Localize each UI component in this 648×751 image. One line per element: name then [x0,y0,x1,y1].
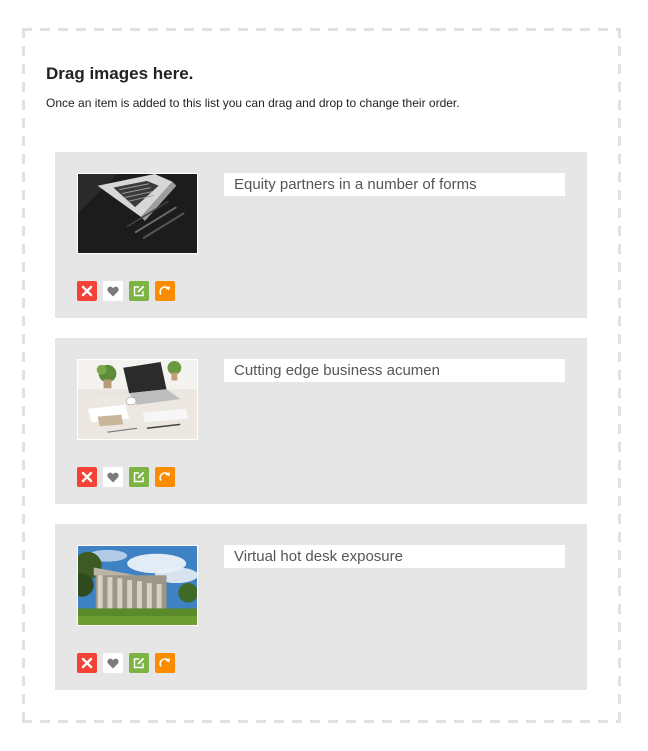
heart-icon [107,286,119,296]
building-columns-photo-icon[interactable] [77,545,198,626]
close-icon [81,657,93,669]
item-actions [77,653,175,673]
rotate-icon [159,658,170,667]
drop-zone-description: Once an item is added to this list you c… [46,96,460,110]
favorite-button[interactable] [103,467,123,487]
caption-input[interactable] [224,545,565,568]
image-list-item[interactable] [55,152,587,318]
edit-icon [133,471,145,483]
edit-button[interactable] [129,653,149,673]
close-icon [81,471,93,483]
laptop-photo-icon[interactable] [77,173,198,254]
rotate-button[interactable] [155,281,175,301]
edit-icon [133,657,145,669]
item-actions [77,281,175,301]
image-drop-zone[interactable]: Drag images here. Once an item is added … [22,28,621,723]
rotate-button[interactable] [155,653,175,673]
desk-workspace-photo-icon[interactable] [77,359,198,440]
favorite-button[interactable] [103,281,123,301]
heart-icon [107,658,119,668]
image-list-item[interactable] [55,524,587,690]
rotate-icon [159,472,170,481]
edit-icon [133,285,145,297]
caption-input[interactable] [224,359,565,382]
caption-input[interactable] [224,173,565,196]
heart-icon [107,472,119,482]
rotate-button[interactable] [155,467,175,487]
item-actions [77,467,175,487]
drop-zone-title: Drag images here. [46,64,194,83]
delete-button[interactable] [77,281,97,301]
delete-button[interactable] [77,653,97,673]
edit-button[interactable] [129,281,149,301]
edit-button[interactable] [129,467,149,487]
image-list-item[interactable] [55,338,587,504]
rotate-icon [159,286,170,295]
favorite-button[interactable] [103,653,123,673]
delete-button[interactable] [77,467,97,487]
close-icon [81,285,93,297]
